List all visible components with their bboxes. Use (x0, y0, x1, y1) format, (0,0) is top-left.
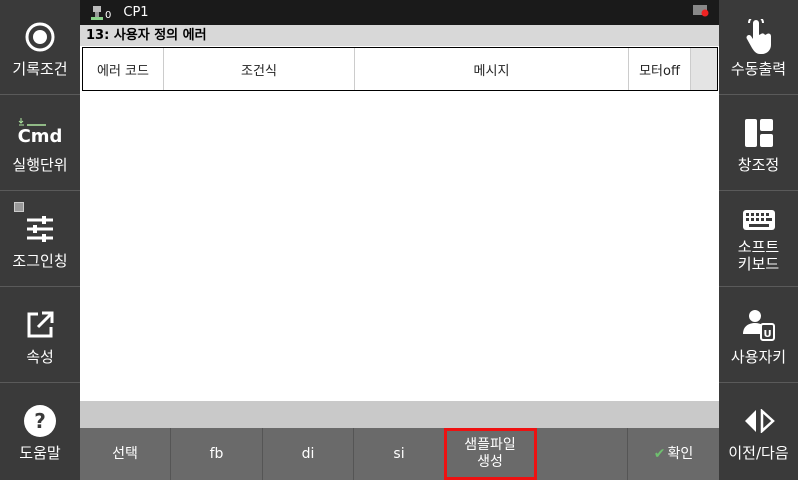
prev-next-icon (743, 401, 775, 441)
alarm-indicator-icon[interactable] (693, 4, 709, 21)
svg-text:U: U (763, 329, 771, 340)
col-error-code[interactable]: 에러 코드 (83, 48, 164, 90)
exec-unit-label: 실행단위 (12, 155, 68, 174)
sliders-icon (25, 209, 55, 249)
touch-hand-icon (744, 17, 774, 57)
page-title: 13: 사용자 정의 에러 (80, 25, 719, 46)
status-bar: 0 CP1 (80, 0, 719, 25)
soft-keyboard-label: 소프트 키보드 (737, 238, 780, 273)
window-layout-icon (744, 113, 774, 153)
empty-function-key[interactable] (537, 428, 628, 480)
record-circle-icon (24, 17, 56, 57)
user-key-label: 사용자키 (730, 347, 787, 366)
header-scroll-cell (691, 48, 717, 90)
check-icon: ✔ (653, 445, 666, 462)
user-key-button[interactable]: U 사용자키 (719, 288, 798, 383)
robot-icon: 0 (90, 5, 111, 21)
di-button[interactable]: di (263, 428, 354, 480)
left-sidebar: 기록조건 Cmd 실행단위 조그인칭 속성 ? 도움말 (0, 0, 80, 480)
property-button[interactable]: 속성 (0, 288, 80, 383)
prev-next-label: 이전/다음 (728, 444, 789, 462)
keyboard-icon (742, 205, 775, 235)
create-sample-file-button[interactable]: 샘플파일 생성 (444, 428, 537, 480)
status-square (14, 202, 24, 212)
confirm-button[interactable]: ✔ 확인 (628, 428, 719, 480)
help-button[interactable]: ? 도움말 (0, 384, 80, 479)
col-motor-off[interactable]: 모터off (629, 48, 691, 90)
right-sidebar: 수동출력 창조정 소프트 키보드 U 사용자키 이전/다음 (719, 0, 798, 480)
confirm-label: 확인 (667, 445, 694, 462)
help-icon: ? (23, 401, 57, 441)
external-link-icon (25, 305, 55, 345)
record-condition-label: 기록조건 (12, 59, 68, 78)
fb-button[interactable]: fb (171, 428, 263, 480)
col-message[interactable]: 메시지 (355, 48, 629, 90)
program-title: CP1 (123, 5, 149, 20)
select-button[interactable]: 선택 (80, 428, 171, 480)
function-key-bar: 선택 fb di si 샘플파일 생성 ✔ 확인 (80, 428, 719, 480)
table-header: 에러 코드 조건식 메시지 모터off (82, 47, 718, 91)
exec-unit-button[interactable]: Cmd 실행단위 (0, 96, 80, 191)
error-table-area[interactable]: 에러 코드 조건식 메시지 모터off (80, 46, 719, 401)
info-strip (80, 401, 719, 428)
si-button[interactable]: si (354, 428, 445, 480)
jog-inching-label: 조그인칭 (12, 251, 68, 270)
help-label: 도움말 (19, 444, 61, 462)
svg-text:?: ? (34, 409, 46, 433)
manual-output-label: 수동출력 (730, 59, 787, 78)
record-condition-button[interactable]: 기록조건 (0, 0, 80, 95)
soft-keyboard-button[interactable]: 소프트 키보드 (719, 192, 798, 287)
jog-inching-button[interactable]: 조그인칭 (0, 192, 80, 287)
cmd-icon: Cmd (18, 113, 62, 153)
col-condition[interactable]: 조건식 (164, 48, 355, 90)
window-adjust-button[interactable]: 창조정 (719, 96, 798, 191)
property-label: 속성 (26, 347, 54, 366)
user-key-icon: U (742, 305, 775, 345)
manual-output-button[interactable]: 수동출력 (719, 0, 798, 95)
window-adjust-label: 창조정 (737, 155, 780, 174)
prev-next-button[interactable]: 이전/다음 (719, 384, 798, 479)
